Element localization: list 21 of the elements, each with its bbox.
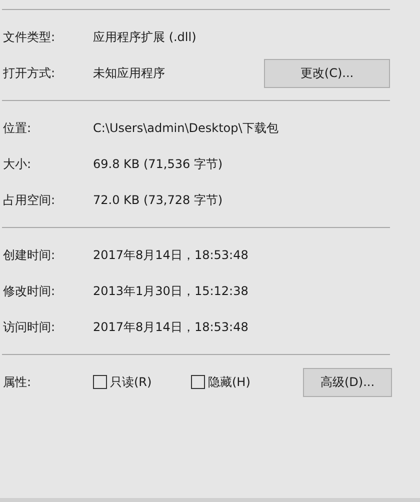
field-label: 打开方式: <box>2 64 56 82</box>
field-label: 创建时间: <box>2 246 56 264</box>
field-value: 72.0 KB (73,728 字节) <box>93 192 223 208</box>
field-label: 属性: <box>2 374 32 390</box>
change-button[interactable]: 更改(C)... <box>264 58 390 88</box>
field-value: 69.8 KB (71,536 字节) <box>93 156 223 172</box>
field-value: 2017年8月14日，18:53:48 <box>93 246 248 264</box>
field-value: C:\Users\admin\Desktop\下载包 <box>93 120 278 136</box>
field-label: 访问时间: <box>2 318 56 336</box>
advanced-button[interactable]: 高级(D)... <box>303 368 392 396</box>
checkbox[interactable]: 只读(R) <box>93 374 191 390</box>
field-label: 文件类型: <box>2 28 56 46</box>
field-value: 2013年1月30日，15:12:38 <box>93 282 248 300</box>
field-value: 未知应用程序 <box>93 64 165 82</box>
field-label: 位置: <box>2 120 32 136</box>
field-label: 大小: <box>2 156 32 172</box>
field-label: 占用空间: <box>2 192 56 208</box>
checkbox[interactable]: 隐藏(H) <box>191 374 250 390</box>
field-value: 2017年8月14日，18:53:48 <box>93 318 248 336</box>
field-value: 应用程序扩展 (.dll) <box>93 28 196 46</box>
field-label: 修改时间: <box>2 282 56 300</box>
